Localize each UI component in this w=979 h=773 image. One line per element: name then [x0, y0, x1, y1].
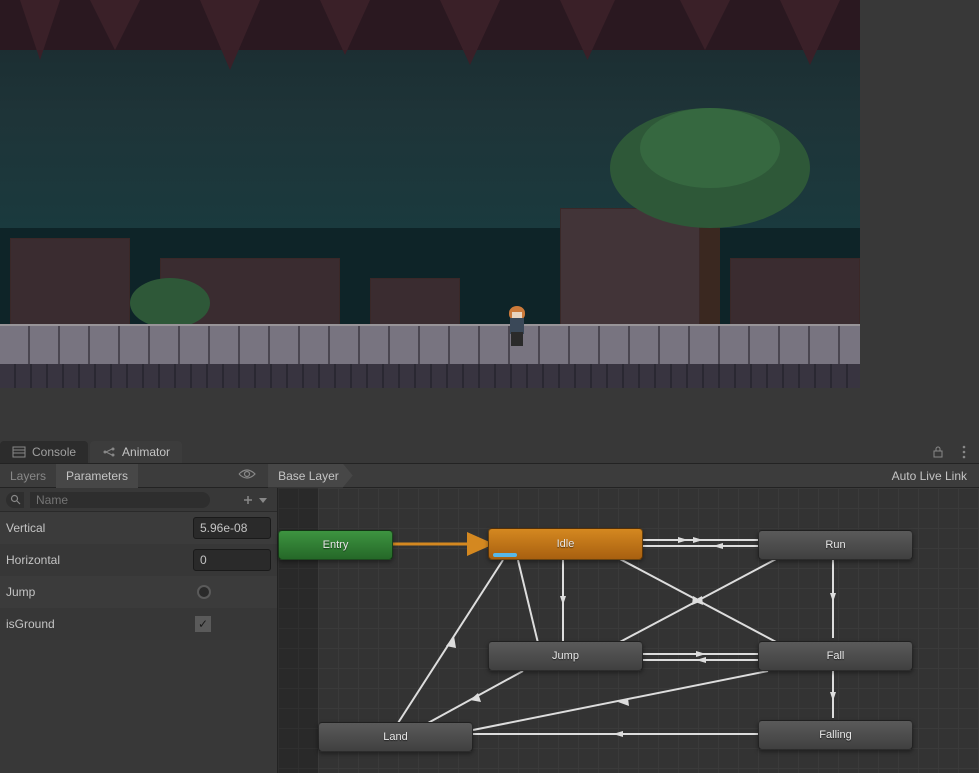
parameters-panel: Vertical 5.96e-08 Horizontal 0 Jump isGr…	[0, 488, 278, 773]
auto-live-link-button[interactable]: Auto Live Link	[880, 469, 979, 483]
node-run-label: Run	[825, 539, 845, 551]
node-jump-label: Jump	[552, 650, 579, 662]
panel-tabs: Console Animator	[0, 440, 979, 464]
add-parameter-button[interactable]	[241, 492, 271, 508]
game-scene	[0, 0, 860, 388]
node-falling-label: Falling	[819, 729, 851, 741]
node-jump[interactable]: Jump	[488, 641, 643, 671]
node-land-label: Land	[383, 731, 407, 743]
kebab-menu-icon[interactable]	[955, 443, 973, 461]
tab-animator[interactable]: Animator	[90, 441, 182, 463]
node-idle[interactable]: Idle	[488, 528, 643, 560]
lock-icon[interactable]	[929, 443, 947, 461]
idle-progress-bar	[493, 553, 517, 557]
tab-console[interactable]: Console	[0, 441, 88, 463]
console-icon	[12, 445, 26, 459]
param-row-horizontal[interactable]: Horizontal 0	[0, 544, 277, 576]
animator-icon	[102, 445, 116, 459]
node-run[interactable]: Run	[758, 530, 913, 560]
param-label: Vertical	[6, 521, 193, 535]
animator-sub-bar: Layers Parameters Base Layer Auto Live L…	[0, 464, 979, 488]
node-idle-label: Idle	[557, 538, 575, 550]
param-label: isGround	[6, 617, 195, 631]
sub-tab-parameters[interactable]: Parameters	[56, 464, 138, 488]
param-trigger-jump[interactable]	[197, 585, 211, 599]
node-entry-label: Entry	[323, 539, 349, 551]
param-row-isground[interactable]: isGround ✓	[0, 608, 277, 640]
param-value-vertical[interactable]: 5.96e-08	[193, 517, 271, 539]
param-value-horizontal[interactable]: 0	[193, 549, 271, 571]
search-input[interactable]	[30, 492, 210, 508]
visibility-icon[interactable]	[238, 468, 256, 483]
node-entry[interactable]: Entry	[278, 530, 393, 560]
param-label: Horizontal	[6, 553, 193, 567]
breadcrumb[interactable]: Base Layer	[268, 464, 353, 488]
param-bool-isground[interactable]: ✓	[195, 616, 211, 632]
player-sprite	[505, 306, 529, 346]
param-label: Jump	[6, 585, 197, 599]
param-row-vertical[interactable]: Vertical 5.96e-08	[0, 512, 277, 544]
node-land[interactable]: Land	[318, 722, 473, 752]
tab-console-label: Console	[32, 445, 76, 459]
node-fall[interactable]: Fall	[758, 641, 913, 671]
tab-animator-label: Animator	[122, 445, 170, 459]
sub-tab-layers[interactable]: Layers	[0, 464, 56, 488]
search-icon	[6, 492, 24, 508]
param-row-jump[interactable]: Jump	[0, 576, 277, 608]
state-graph[interactable]: Entry Idle Run Jump Fall Land Falling	[278, 488, 979, 773]
game-view	[0, 0, 979, 440]
node-fall-label: Fall	[827, 650, 845, 662]
node-falling[interactable]: Falling	[758, 720, 913, 750]
